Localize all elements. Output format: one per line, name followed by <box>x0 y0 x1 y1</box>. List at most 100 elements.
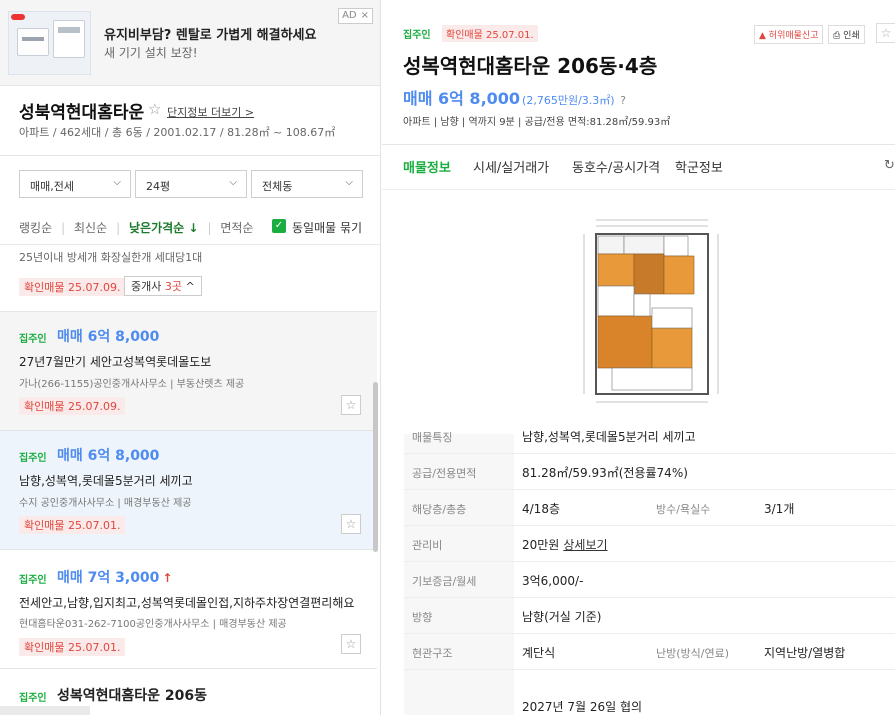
info-label: 해당층/총층 <box>412 503 467 516</box>
detail-panel: 집주인 확인매물 25.07.01. ▲ 허위매물신고 ⎙ 인쇄 ☆ 성복역현대… <box>382 0 895 715</box>
sort-ranking[interactable]: 랭킹순 <box>19 221 52 235</box>
tab-school[interactable]: 학군정보 <box>675 157 723 176</box>
sort-latest[interactable]: 최신순 <box>74 221 107 235</box>
confirm-badge: 확인매물 25.07.01. <box>442 25 538 42</box>
refresh-icon[interactable]: ↻ <box>884 158 895 173</box>
sort-area[interactable]: 면적순 <box>220 221 253 235</box>
ad-badge[interactable]: AD × <box>338 8 373 24</box>
same-listing-label[interactable]: 동일매물 묶기 <box>292 219 362 236</box>
size-value: 24평 <box>146 180 171 193</box>
favorite-star-icon[interactable]: ☆ <box>876 23 895 43</box>
info-value: 3/1개 <box>764 502 795 516</box>
confirm-badge: 확인매물 25.07.09. <box>19 278 126 296</box>
info-label: 관리비 <box>412 539 443 552</box>
chevron-up-icon: ^ <box>181 280 195 293</box>
listing-desc: 전세안고,남향,입지최고,성복역롯데몰인접,지하주차장연결편리해요 <box>19 596 355 610</box>
info-value: 남향(거실 기준) <box>522 610 602 624</box>
scrollbar-thumb[interactable] <box>373 382 378 552</box>
owner-badge: 집주인 <box>19 575 47 586</box>
info-value-text: 20만원 <box>522 538 560 552</box>
printer-image <box>53 20 85 58</box>
favorite-star-icon[interactable]: ☆ <box>341 634 361 654</box>
report-button[interactable]: ▲ 허위매물신고 <box>754 25 824 44</box>
sort-low-price[interactable]: 낮은가격순 ↓ <box>129 221 198 235</box>
owner-badge: 집주인 <box>19 693 47 704</box>
printer-image <box>17 28 49 56</box>
info-label: 매물특징 <box>412 431 453 444</box>
ad-logo <box>11 14 25 20</box>
agents-toggle[interactable]: 중개사 3곳 ^ <box>124 276 202 296</box>
listing-agent: 수지 공인중개사사무소 | 매경부동산 제공 <box>19 498 192 509</box>
ad-subtitle: 새 기기 설치 보장! <box>104 46 198 60</box>
ad-close-icon[interactable]: × <box>361 10 369 21</box>
info-value: 남향,성복역,롯데몰5분거리 세끼고 <box>522 430 696 444</box>
listing-price: 매매 6억 8,000 <box>57 326 159 346</box>
detail-link[interactable]: 상세보기 <box>563 538 607 552</box>
owner-badge: 집주인 <box>403 30 431 41</box>
print-label: 인쇄 <box>843 31 860 41</box>
siren-icon: ▲ <box>759 31 769 41</box>
info-row: 공급/전용면적 81.28㎡/59.93㎡(전용률74%) <box>404 454 895 490</box>
listing-agent: 현대홈타운031-262-7100공인중개사사무소 | 매경부동산 제공 <box>19 619 287 630</box>
divider <box>0 155 380 156</box>
dong-value: 전체동 <box>262 180 293 193</box>
trade-type-select[interactable]: 매매,전세 ⌵ <box>19 170 131 198</box>
listing-card[interactable]: 집주인 매매 7억 3,000 ↑ 전세안고,남향,입지최고,성복역롯데몰인접,지… <box>0 549 377 668</box>
info-value: 2027년 7월 26일 협의 <box>522 700 643 714</box>
listing-price: 매매 6억 8,000 (2,765만원/3.3㎡) ? <box>403 85 626 109</box>
chevron-down-icon: ⌵ <box>229 177 237 188</box>
sort-options: 랭킹순 | 최신순 | 낮은가격순 ↓ | 면적순 <box>19 221 254 235</box>
ad-image <box>8 11 91 75</box>
ad-title[interactable]: 유지비부담? 렌탈로 가볍게 해결하세요 <box>104 24 316 43</box>
complex-name: 성북역현대홈타운 <box>19 103 145 123</box>
confirm-badge: 확인매물 25.07.09. <box>19 397 126 415</box>
listing-title: 성복역현대홈타운 206동 <box>57 688 208 704</box>
info-row: 해당층/총층 4/18층 방수/욕실수 3/1개 <box>404 490 895 526</box>
info-label: 현관구조 <box>412 647 453 660</box>
confirm-badge: 확인매물 25.07.01. <box>19 516 126 534</box>
listing-card[interactable]: 집주인 매매 6억 8,000 27년7월만기 세안고성복역롯데몰도보 가나(2… <box>0 311 377 430</box>
info-value: 지역난방/열병합 <box>764 646 846 660</box>
chevron-down-icon: ⌵ <box>113 177 121 188</box>
confirm-badge: 확인매물 25.07.01. <box>19 638 126 656</box>
info-row: 매물특징 남향,성복역,롯데몰5분거리 세끼고 <box>404 418 895 454</box>
info-label: 난방(방식/연료) <box>656 647 730 660</box>
favorite-star-icon[interactable]: ☆ <box>148 100 161 118</box>
divider <box>382 189 895 190</box>
info-value: 4/18층 <box>522 502 560 516</box>
status-tooltip <box>0 706 90 715</box>
report-label: 허위매물신고 <box>768 31 819 41</box>
favorite-star-icon[interactable]: ☆ <box>341 514 361 534</box>
size-select[interactable]: 24평 ⌵ <box>135 170 247 198</box>
price-up-icon: ↑ <box>162 571 173 585</box>
same-listing-checkbox[interactable]: ✓ <box>272 219 286 233</box>
ad-label: AD <box>342 10 357 21</box>
listing-desc: 남향,성복역,롯데몰5분거리 세끼고 <box>19 474 193 488</box>
price-text: 매매 6억 8,000 <box>403 89 521 108</box>
tab-listing-info[interactable]: 매물정보 <box>403 157 451 176</box>
listing-card[interactable]: 집주인 매매 6억 8,000 남향,성복역,롯데몰5분거리 세끼고 수지 공인… <box>0 430 377 549</box>
info-value: 81.28㎡/59.93㎡(전용률74%) <box>522 466 688 480</box>
listing-price: 매매 7억 3,000 ↑ <box>57 567 172 587</box>
help-icon[interactable]: ? <box>620 94 626 107</box>
info-label: 공급/전용면적 <box>412 467 477 480</box>
complex-more-link[interactable]: 단지정보 더보기 > <box>167 104 254 120</box>
listing-price: 매매 6억 8,000 <box>57 445 159 465</box>
info-row: 기보증금/월세 3억6,000/- <box>404 562 895 598</box>
dong-select[interactable]: 전체동 ⌵ <box>251 170 363 198</box>
print-button[interactable]: ⎙ 인쇄 <box>828 25 865 44</box>
listing-price-text: 매매 6억 8,000 <box>57 329 160 345</box>
ad-banner[interactable]: 유지비부담? 렌탈로 가볍게 해결하세요 새 기기 설치 보장! AD × <box>0 0 380 86</box>
floor-plan-image[interactable] <box>576 212 726 408</box>
favorite-star-icon[interactable]: ☆ <box>341 395 361 415</box>
tab-market-price[interactable]: 시세/실거래가 <box>473 157 549 176</box>
listing-desc: 27년7월만기 세안고성복역롯데몰도보 <box>19 355 212 369</box>
price-per-unit: (2,765만원/3.3㎡) <box>522 94 615 107</box>
print-icon: ⎙ <box>833 31 844 41</box>
info-value: 3억6,000/- <box>522 574 584 588</box>
info-row: 관리비 20만원 상세보기 <box>404 526 895 562</box>
tab-unit-price[interactable]: 동호수/공시가격 <box>572 157 660 176</box>
listing-panel: 유지비부담? 렌탈로 가볍게 해결하세요 새 기기 설치 보장! AD × 성북역… <box>0 0 381 715</box>
listing-price-text: 매매 7억 3,000 <box>57 570 160 586</box>
listing-meta: 아파트 | 남향 | 역까지 9분 | 공급/전용 면적:81.28㎡/59.9… <box>403 117 671 128</box>
